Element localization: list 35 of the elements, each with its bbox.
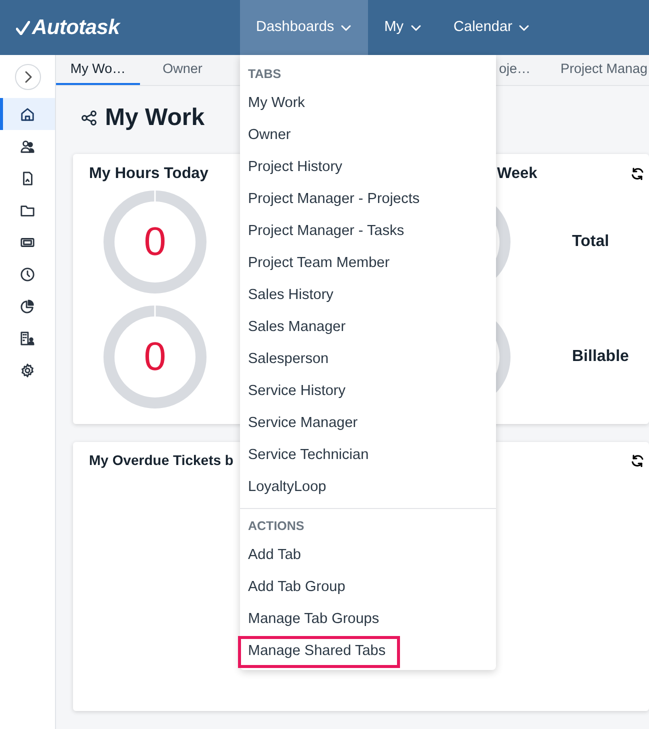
- gauge-label: Billable: [572, 347, 629, 368]
- menu-heading: ACTIONS: [247, 518, 306, 535]
- nav-menu[interactable]: Calendar: [438, 0, 546, 55]
- tab[interactable]: Owner: [140, 55, 225, 85]
- menu-item[interactable]: Service Technician: [240, 440, 496, 472]
- gauge-value: 0: [144, 219, 166, 266]
- menu-item[interactable]: Project History: [240, 152, 496, 184]
- card-title: Week: [497, 164, 538, 184]
- menu-item[interactable]: Add Tab Group: [240, 572, 496, 604]
- page-title: My Work: [105, 103, 205, 133]
- tab[interactable]: Project Manag: [558, 55, 648, 85]
- menu-item[interactable]: Service Manager: [240, 408, 496, 440]
- menu-item[interactable]: Salesperson: [240, 344, 496, 376]
- menu-item[interactable]: Owner: [240, 120, 496, 152]
- menu-item[interactable]: Project Team Member: [240, 248, 496, 280]
- menu-item[interactable]: Project Manager - Tasks: [240, 216, 496, 248]
- menu-item[interactable]: Service History: [240, 376, 496, 408]
- menu-item[interactable]: LoyaltyLoop: [240, 472, 496, 504]
- menu-item[interactable]: Sales Manager: [240, 312, 496, 344]
- tab[interactable]: My Wo…: [56, 55, 140, 85]
- menu-heading: TABS: [247, 66, 282, 83]
- menu-item[interactable]: Manage Tab Groups: [240, 604, 496, 636]
- nav-menu[interactable]: Dashboards: [240, 0, 368, 55]
- card-title: My Hours Today: [88, 164, 210, 184]
- menu-item[interactable]: Sales History: [240, 280, 496, 312]
- menu-item[interactable]: My Work: [240, 88, 496, 120]
- gauge-value: 0: [144, 334, 166, 382]
- gauge-label: Total: [572, 232, 610, 252]
- nav-menu[interactable]: My: [368, 0, 438, 55]
- menu-item[interactable]: Project Manager - Projects: [240, 184, 496, 216]
- menu-item[interactable]: Manage Shared Tabs: [238, 636, 400, 668]
- tab[interactable]: oje…: [497, 55, 559, 85]
- logo-text: Autotask: [32, 14, 120, 41]
- menu-item[interactable]: Add Tab: [240, 540, 496, 572]
- card-title: My Overdue Tickets b: [88, 451, 234, 470]
